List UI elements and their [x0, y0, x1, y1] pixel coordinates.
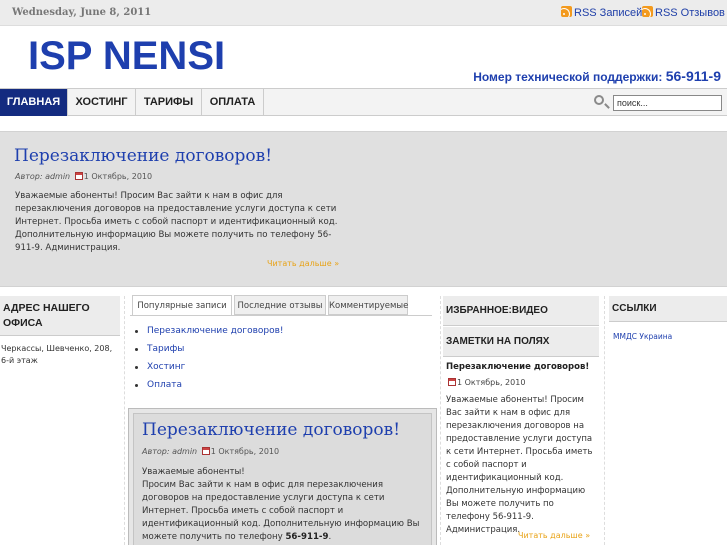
featured-post-body: Уважаемые абоненты! Просим Вас зайти к н… — [15, 191, 338, 253]
calendar-icon — [201, 447, 210, 455]
rss-comments-label: RSS Отзывов — [655, 7, 725, 19]
rss-posts-label: RSS Записей — [574, 7, 643, 19]
nav-item-payment[interactable]: ОПЛАТА — [202, 89, 264, 116]
featured-post-title[interactable]: Перезаключение договоров! — [14, 146, 272, 166]
post-body: Уважаемые абоненты! Просим Вас зайти к н… — [142, 466, 427, 544]
rss-comments-link[interactable]: RSS Отзывов — [642, 6, 725, 19]
favorite-video-heading: ИЗБРАННОЕ:ВИДЕО — [443, 296, 599, 326]
post-phone: 56-911-9 — [285, 532, 329, 542]
featured-post: Перезаключение договоров! Автор: admin 1… — [0, 131, 727, 287]
author-label: Автор: — [15, 172, 43, 181]
office-address-heading: АДРЕС НАШЕГО ОФИСА — [0, 296, 120, 336]
post-text: Просим Вас зайти к нам в офис для переза… — [142, 480, 420, 542]
author-name[interactable]: admin — [172, 447, 197, 456]
list-item[interactable]: Тарифы — [134, 340, 284, 358]
post-meta: Автор: admin 1 Октябрь, 2010 — [142, 447, 279, 456]
post-date: 1 Октябрь, 2010 — [83, 172, 153, 181]
support-phone: Номер технической поддержки: 56-911-9 — [473, 68, 721, 84]
post-title[interactable]: Перезаключение договоров! — [142, 420, 400, 440]
current-date: Wednesday, June 8, 2011 — [12, 7, 152, 18]
side-note-read-more-link[interactable]: Читать дальше » — [518, 531, 590, 540]
search-icon[interactable] — [594, 95, 604, 105]
post-date: 1 Октябрь, 2010 — [210, 447, 280, 456]
column-divider — [124, 296, 125, 545]
side-note-meta: 1 Октябрь, 2010 — [446, 378, 525, 387]
featured-post-meta: Автор: admin 1 Октябрь, 2010 — [15, 172, 152, 181]
tab-divider — [130, 315, 432, 316]
link-mmds-ukraine[interactable]: ММДС Украина — [613, 332, 672, 341]
search-input[interactable] — [613, 95, 722, 111]
rss-icon — [642, 6, 653, 17]
tab-popular-posts[interactable]: Популярные записи — [132, 295, 232, 316]
site-logo[interactable]: ISP NENSI — [28, 34, 225, 79]
list-item[interactable]: Перезаключение договоров! — [134, 322, 284, 340]
tab-recent-comments[interactable]: Последние отзывы — [234, 295, 326, 315]
popular-posts-list: Перезаключение договоров! Тарифы Хостинг… — [134, 322, 284, 394]
nav-item-tariffs[interactable]: ТАРИФЫ — [136, 89, 202, 116]
calendar-icon — [74, 172, 83, 180]
featured-read-more-link[interactable]: Читать дальше » — [267, 259, 339, 268]
column-divider — [440, 296, 441, 545]
author-label: Автор: — [142, 447, 170, 456]
support-number: 56-911-9 — [665, 68, 721, 84]
list-item[interactable]: Хостинг — [134, 358, 284, 376]
rss-icon — [561, 6, 572, 17]
main-nav: ГЛАВНАЯ ХОСТИНГ ТАРИФЫ ОПЛАТА — [0, 88, 727, 116]
post-card: Перезаключение договоров! Автор: admin 1… — [128, 408, 437, 545]
post-card-inner: Перезаключение договоров! Автор: admin 1… — [133, 413, 432, 545]
tab-most-commented[interactable]: Комментируемые — [328, 295, 408, 315]
author-name[interactable]: admin — [45, 172, 70, 181]
top-bar: Wednesday, June 8, 2011 RSS Записей RSS … — [0, 0, 727, 26]
post-greeting: Уважаемые абоненты! — [142, 467, 245, 477]
rss-posts-link[interactable]: RSS Записей — [561, 6, 642, 19]
side-note-title[interactable]: Перезаключение договоров! — [446, 362, 589, 372]
post-suffix: . — [328, 532, 332, 542]
office-address: Черкассы, Шевченко, 208, 6-й этаж — [1, 344, 113, 365]
side-note-body: Уважаемые абоненты! Просим Вас зайти к н… — [446, 395, 593, 535]
column-divider — [604, 296, 605, 545]
calendar-icon — [448, 378, 456, 386]
side-note-date: 1 Октябрь, 2010 — [457, 378, 526, 387]
side-notes-heading: ЗАМЕТКИ НА ПОЛЯХ — [443, 327, 599, 357]
nav-item-hosting[interactable]: ХОСТИНГ — [68, 89, 136, 116]
support-label: Номер технической поддержки: — [473, 70, 663, 84]
nav-item-home[interactable]: ГЛАВНАЯ — [0, 89, 68, 116]
links-heading: ССЫЛКИ — [609, 296, 727, 322]
list-item[interactable]: Оплата — [134, 376, 284, 394]
